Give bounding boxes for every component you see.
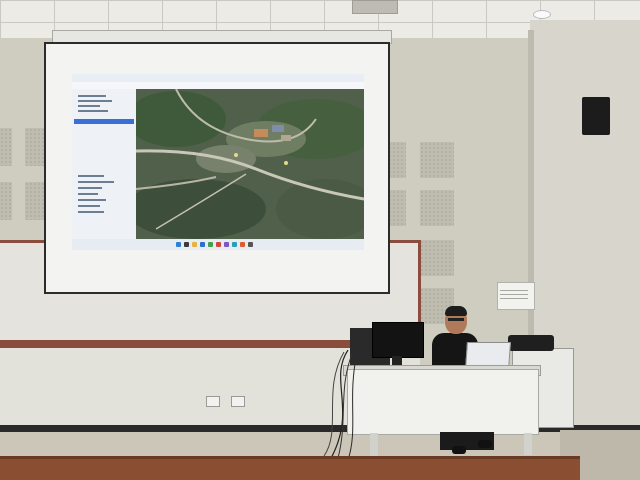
wall-speaker <box>582 97 610 135</box>
ceiling-vent <box>352 0 398 14</box>
map-app-icon <box>216 242 221 247</box>
acoustic-panel <box>420 190 454 226</box>
layer-tree-item <box>78 181 114 183</box>
acoustic-panel <box>420 142 454 178</box>
presenter-shoe <box>452 446 466 454</box>
acoustic-panel <box>0 182 12 220</box>
layer-tree-item <box>78 187 102 189</box>
presenter-shoe <box>478 440 492 448</box>
presenter-desk <box>347 369 539 435</box>
power-socket <box>231 396 245 407</box>
settings-icon <box>208 242 213 247</box>
satellite-map-view <box>136 89 364 239</box>
presenter-hair <box>445 306 467 316</box>
store-icon <box>232 242 237 247</box>
lecture-hall-photo <box>0 0 640 480</box>
layer-tree-item <box>78 100 112 102</box>
aerial-imagery <box>136 89 364 239</box>
power-socket <box>206 396 220 407</box>
media-icon <box>224 242 229 247</box>
acoustic-panel <box>420 240 454 276</box>
layer-tree-item <box>78 110 108 112</box>
acoustic-panel <box>388 190 406 226</box>
selected-layer-row <box>74 119 134 124</box>
layer-tree-item <box>78 175 104 177</box>
projected-menubar <box>72 82 364 89</box>
black-bag <box>508 335 554 351</box>
file-explorer-icon <box>176 242 181 247</box>
presenter-glasses <box>448 318 464 321</box>
layer-tree-item <box>78 105 100 107</box>
folder-icon <box>192 242 197 247</box>
app-icon <box>248 242 253 247</box>
desk-leg <box>370 433 378 457</box>
acoustic-panel <box>388 142 406 178</box>
layer-tree-item <box>78 193 98 195</box>
desk-leg <box>524 433 532 455</box>
projected-titlebar <box>72 74 364 82</box>
projected-desktop <box>72 74 364 250</box>
acoustic-panel <box>0 128 12 166</box>
layer-tree-item <box>78 205 100 207</box>
cable-bundle <box>323 350 357 460</box>
desktop-monitor <box>372 322 424 358</box>
mail-icon <box>200 242 205 247</box>
browser-icon <box>184 242 189 247</box>
layer-tree-item <box>78 199 106 201</box>
layer-tree-item <box>78 211 104 213</box>
ceiling-light <box>533 10 551 19</box>
front-bench <box>0 456 580 480</box>
layer-tree-item <box>78 95 106 97</box>
notice-text-lines <box>500 287 528 301</box>
layers-panel <box>72 89 137 239</box>
chrome-icon <box>240 242 245 247</box>
